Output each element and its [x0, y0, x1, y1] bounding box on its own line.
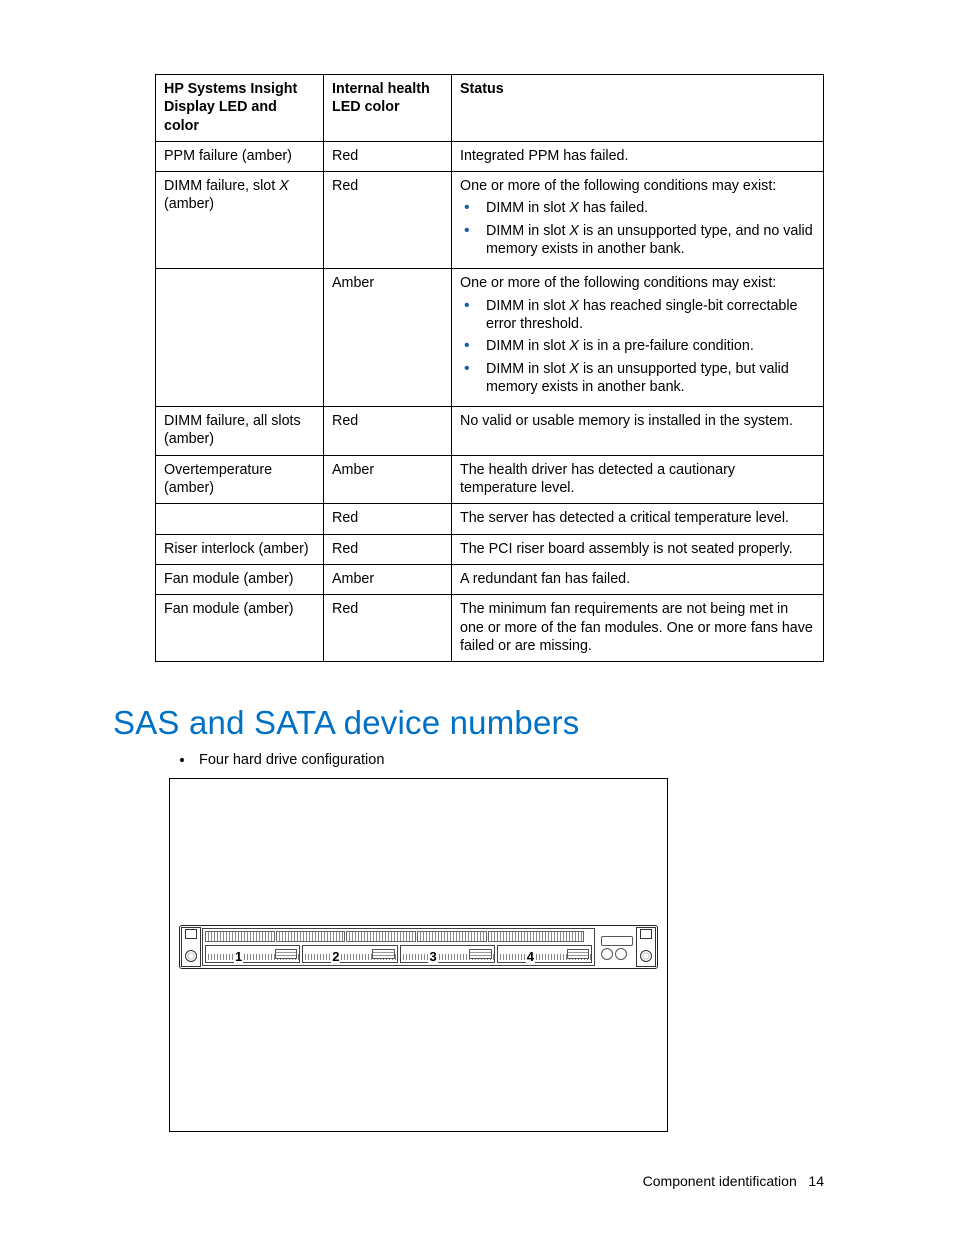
- section-heading-sas-sata: SAS and SATA device numbers: [113, 704, 824, 742]
- cell-led: Fan module (amber): [156, 595, 324, 662]
- col-header-internal-health: Internal health LED color: [324, 75, 452, 142]
- rack-ear-left-icon: [181, 927, 201, 967]
- cell-status: No valid or usable memory is installed i…: [452, 407, 824, 456]
- cell-color: Red: [324, 595, 452, 662]
- list-item: DIMM in slot X is an unsupported type, a…: [482, 222, 815, 259]
- cell-status: The server has detected a critical tempe…: [452, 504, 824, 534]
- bay-number: 3: [428, 950, 437, 963]
- drive-bay-icon: 2: [302, 945, 397, 963]
- cell-status: One or more of the following conditions …: [452, 269, 824, 407]
- cell-led: Fan module (amber): [156, 564, 324, 594]
- cell-led: [156, 504, 324, 534]
- cell-status: The PCI riser board assembly is not seat…: [452, 534, 824, 564]
- drive-cage-icon: 1 2 3 4: [202, 928, 595, 966]
- list-item: DIMM in slot X is in a pre-failure condi…: [482, 337, 815, 355]
- footer-page-number: 14: [808, 1173, 824, 1189]
- cell-status: The minimum fan requirements are not bei…: [452, 595, 824, 662]
- list-item: DIMM in slot X has reached single-bit co…: [482, 297, 815, 334]
- table-row: Amber One or more of the following condi…: [156, 269, 824, 407]
- led-status-table: HP Systems Insight Display LED and color…: [155, 74, 824, 662]
- list-item: DIMM in slot X has failed.: [482, 199, 815, 217]
- cell-led: Riser interlock (amber): [156, 534, 324, 564]
- cell-led: Overtemperature (amber): [156, 455, 324, 504]
- cell-status: A redundant fan has failed.: [452, 564, 824, 594]
- cell-status: Integrated PPM has failed.: [452, 141, 824, 171]
- server-front-figure: 1 2 3 4: [169, 778, 668, 1132]
- config-bullet-list: Four hard drive configuration: [155, 752, 824, 768]
- cell-color: Red: [324, 172, 452, 269]
- table-row: Red The server has detected a critical t…: [156, 504, 824, 534]
- drive-bay-icon: 3: [400, 945, 495, 963]
- document-page: HP Systems Insight Display LED and color…: [0, 0, 954, 1235]
- page-footer: Component identification 14: [643, 1173, 824, 1189]
- table-row: Riser interlock (amber) Red The PCI rise…: [156, 534, 824, 564]
- cell-color: Amber: [324, 564, 452, 594]
- bay-number: 4: [526, 950, 535, 963]
- cell-color: Amber: [324, 455, 452, 504]
- bay-number: 1: [234, 950, 243, 963]
- cell-color: Red: [324, 407, 452, 456]
- cell-led: PPM failure (amber): [156, 141, 324, 171]
- config-bullet-item: Four hard drive configuration: [195, 752, 824, 768]
- cell-color: Red: [324, 504, 452, 534]
- cell-led: DIMM failure, slot X (amber): [156, 172, 324, 269]
- table-row: PPM failure (amber) Red Integrated PPM h…: [156, 141, 824, 171]
- cell-led: DIMM failure, all slots (amber): [156, 407, 324, 456]
- rack-ear-right-icon: [636, 927, 656, 967]
- footer-section-name: Component identification: [643, 1173, 797, 1189]
- cell-status: The health driver has detected a caution…: [452, 455, 824, 504]
- status-list: DIMM in slot X has reached single-bit co…: [460, 297, 815, 396]
- cell-led: [156, 269, 324, 407]
- table-header-row: HP Systems Insight Display LED and color…: [156, 75, 824, 142]
- cell-color: Red: [324, 534, 452, 564]
- drive-bay-icon: 1: [205, 945, 300, 963]
- col-header-display-led: HP Systems Insight Display LED and color: [156, 75, 324, 142]
- bay-number: 2: [331, 950, 340, 963]
- table-row: Overtemperature (amber) Amber The health…: [156, 455, 824, 504]
- status-list: DIMM in slot X has failed. DIMM in slot …: [460, 199, 815, 258]
- drive-bay-icon: 4: [497, 945, 592, 963]
- server-chassis-icon: 1 2 3 4: [179, 925, 658, 969]
- front-io-panel-icon: [599, 930, 635, 964]
- cell-status: One or more of the following conditions …: [452, 172, 824, 269]
- cell-color: Red: [324, 141, 452, 171]
- table-row: Fan module (amber) Amber A redundant fan…: [156, 564, 824, 594]
- table-row: Fan module (amber) Red The minimum fan r…: [156, 595, 824, 662]
- cell-color: Amber: [324, 269, 452, 407]
- table-row: DIMM failure, all slots (amber) Red No v…: [156, 407, 824, 456]
- table-row: DIMM failure, slot X (amber) Red One or …: [156, 172, 824, 269]
- col-header-status: Status: [452, 75, 824, 142]
- list-item: DIMM in slot X is an unsupported type, b…: [482, 360, 815, 397]
